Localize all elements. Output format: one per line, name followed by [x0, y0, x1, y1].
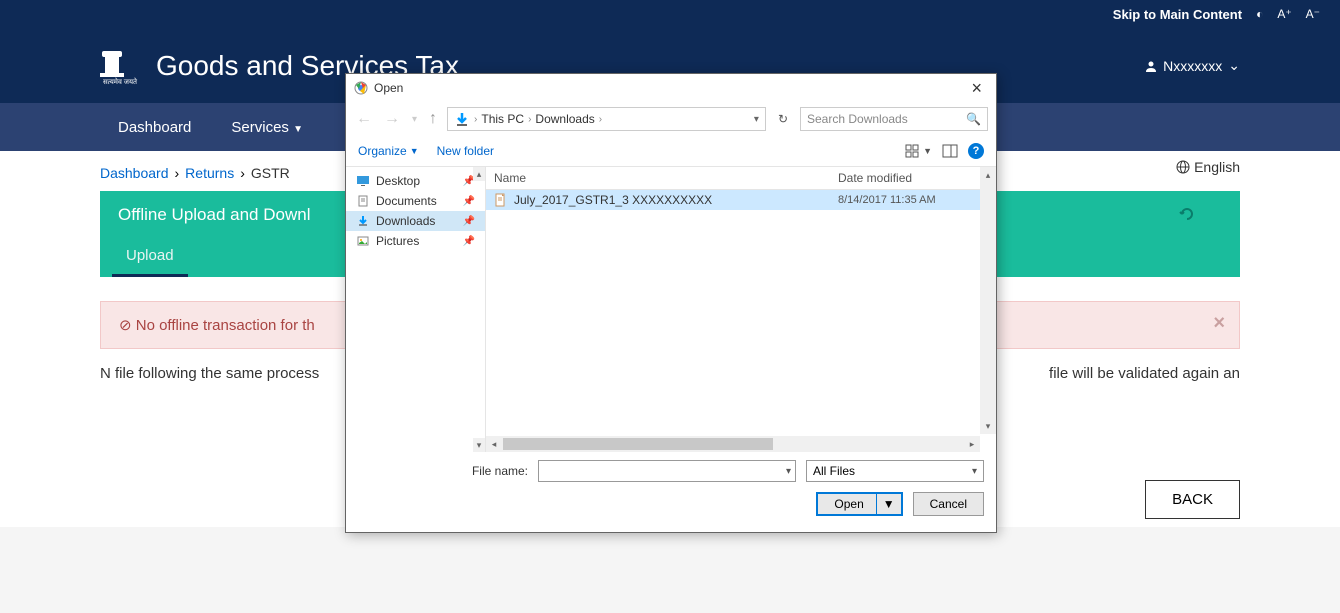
- search-box[interactable]: Search Downloads 🔍: [800, 107, 988, 131]
- pictures-icon: [356, 235, 370, 247]
- sidebar-scroll-up[interactable]: ▴: [473, 167, 485, 181]
- filetype-select[interactable]: All Files▾: [806, 460, 984, 482]
- breadcrumb-current: GSTR: [251, 165, 290, 181]
- breadcrumb-dashboard[interactable]: Dashboard: [100, 165, 169, 181]
- breadcrumb-returns[interactable]: Returns: [185, 165, 234, 181]
- file-row[interactable]: July_2017_GSTR1_3 XXXXXXXXXX 8/14/2017 1…: [486, 190, 996, 210]
- refresh-icon[interactable]: [1178, 205, 1196, 228]
- dialog-close[interactable]: ×: [965, 78, 988, 99]
- folder-sidebar: ▴ Desktop📌 Documents📌 Downloads📌 Picture…: [346, 167, 486, 452]
- user-icon: [1145, 60, 1157, 72]
- dialog-footer: File name: ▾ All Files▾ Open▼ Cancel: [346, 452, 996, 532]
- caret-down-icon: ▼: [293, 124, 303, 135]
- sidebar-desktop[interactable]: Desktop📌: [346, 171, 485, 191]
- file-icon: [494, 193, 508, 207]
- back-button[interactable]: BACK: [1145, 480, 1240, 519]
- column-headers[interactable]: Name Date modified: [486, 167, 996, 190]
- chrome-icon: [354, 81, 368, 95]
- font-decrease[interactable]: A⁻: [1306, 7, 1320, 21]
- open-button[interactable]: Open▼: [816, 492, 902, 516]
- contrast-toggle[interactable]: ◐: [1256, 7, 1263, 21]
- language-selector[interactable]: English: [1176, 159, 1240, 175]
- new-folder[interactable]: New folder: [437, 144, 494, 158]
- documents-icon: [356, 195, 370, 207]
- col-name: Name: [494, 171, 838, 185]
- sidebar-downloads[interactable]: Downloads📌: [346, 211, 485, 231]
- chevron-down-icon: ⌄: [1228, 57, 1240, 74]
- file-list: Name Date modified July_2017_GSTR1_3 XXX…: [486, 167, 996, 452]
- horizontal-scrollbar[interactable]: ◂▸: [486, 436, 980, 452]
- username: Nxxxxxxx: [1163, 58, 1222, 74]
- alert-close[interactable]: ×: [1213, 312, 1225, 335]
- downloads-icon: [356, 215, 370, 227]
- search-icon: 🔍: [966, 112, 981, 126]
- desktop-icon: [356, 175, 370, 187]
- dialog-body: ▴ Desktop📌 Documents📌 Downloads📌 Picture…: [346, 166, 996, 452]
- filename-label: File name:: [358, 464, 528, 478]
- nav-forward[interactable]: →: [382, 110, 402, 128]
- address-refresh[interactable]: ↻: [774, 112, 792, 126]
- globe-icon: [1176, 160, 1190, 174]
- warning-icon: ⊘: [119, 317, 132, 334]
- nav-dashboard[interactable]: Dashboard: [100, 105, 209, 150]
- nav-back[interactable]: ←: [354, 110, 374, 128]
- file-open-dialog: Open × ← → ▾ ↑ › This PC › Downloads › ▾…: [345, 73, 997, 533]
- filename-input[interactable]: ▾: [538, 460, 796, 482]
- nav-up[interactable]: ↑: [427, 110, 439, 128]
- utility-bar: Skip to Main Content ◐ A⁺ A⁻: [0, 0, 1340, 28]
- dialog-nav: ← → ▾ ↑ › This PC › Downloads › ▾ ↻ Sear…: [346, 102, 996, 136]
- nav-recent[interactable]: ▾: [410, 114, 419, 125]
- user-menu[interactable]: Nxxxxxxx ⌄: [1145, 57, 1240, 74]
- dialog-title: Open: [374, 81, 403, 95]
- national-emblem: सत्यमेव जयते: [100, 41, 140, 91]
- dialog-titlebar: Open ×: [346, 74, 996, 102]
- sidebar-documents[interactable]: Documents📌: [346, 191, 485, 211]
- address-bar[interactable]: › This PC › Downloads › ▾: [447, 107, 766, 131]
- download-arrow-icon: [454, 111, 470, 127]
- view-mode[interactable]: ▼: [905, 144, 932, 158]
- tab-upload[interactable]: Upload: [112, 239, 188, 277]
- skip-link[interactable]: Skip to Main Content: [1113, 7, 1242, 22]
- font-increase[interactable]: A⁺: [1277, 7, 1291, 21]
- sidebar-pictures[interactable]: Pictures📌: [346, 231, 485, 251]
- vertical-scrollbar[interactable]: ▴▾: [980, 167, 996, 434]
- nav-services[interactable]: Services ▼: [213, 105, 321, 150]
- open-split[interactable]: ▼: [876, 494, 901, 514]
- col-date: Date modified: [838, 171, 988, 185]
- help-icon[interactable]: ?: [968, 143, 984, 159]
- dialog-toolbar: Organize ▼ New folder ▼ ?: [346, 136, 996, 166]
- sidebar-scroll-down[interactable]: ▾: [473, 438, 485, 452]
- organize-menu[interactable]: Organize ▼: [358, 144, 419, 158]
- cancel-button[interactable]: Cancel: [913, 492, 984, 516]
- preview-pane[interactable]: [942, 144, 958, 158]
